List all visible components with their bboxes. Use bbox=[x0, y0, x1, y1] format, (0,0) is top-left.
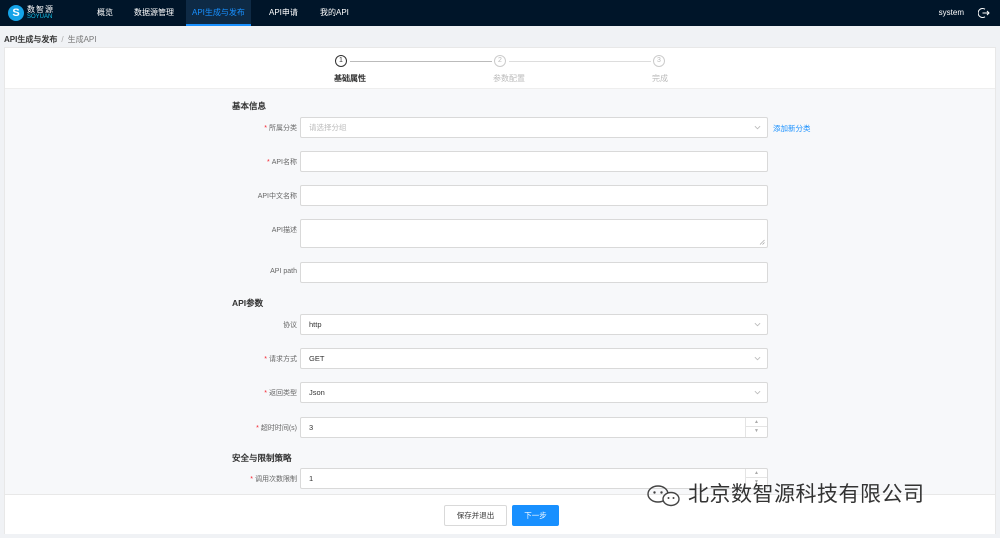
timeout-stepper: ▲ ▼ bbox=[745, 418, 767, 437]
decrement-icon[interactable]: ▼ bbox=[746, 427, 767, 436]
timeout-number-input[interactable]: 3 ▲ ▼ bbox=[300, 417, 768, 438]
step-connector-1 bbox=[350, 61, 492, 62]
nav-api-apply[interactable]: API申请 bbox=[269, 0, 298, 26]
step-2-circle: 2 bbox=[494, 55, 506, 67]
breadcrumb-separator: / bbox=[61, 35, 64, 44]
form-area: 基本信息 * 所属分类 请选择分组 添加新分类 * API名称 API中文名称 AP… bbox=[5, 88, 995, 494]
method-label: * 请求方式 bbox=[264, 356, 297, 363]
nav-datasource-management[interactable]: 数据源管理 bbox=[134, 0, 174, 26]
logo-text-en: SOYUAN bbox=[27, 14, 53, 20]
add-category-link[interactable]: 添加新分类 bbox=[773, 123, 811, 134]
chevron-down-icon bbox=[754, 322, 761, 327]
wechat-icon bbox=[647, 485, 680, 507]
breadcrumb-parent[interactable]: API生成与发布 bbox=[4, 35, 57, 44]
step-3-label: 完成 bbox=[652, 74, 668, 83]
breadcrumb-current: 生成API bbox=[67, 35, 97, 44]
timeout-label: * 超时时间(s) bbox=[256, 425, 297, 432]
step-3-circle: 3 bbox=[653, 55, 665, 67]
api-desc-label: API描述 bbox=[271, 227, 297, 234]
save-and-exit-button[interactable]: 保存并退出 bbox=[444, 505, 507, 526]
return-type-select[interactable]: Json bbox=[300, 382, 768, 403]
resize-handle-icon[interactable] bbox=[759, 239, 765, 245]
increment-icon[interactable]: ▲ bbox=[746, 469, 767, 478]
chevron-down-icon bbox=[754, 356, 761, 361]
api-path-label: API path bbox=[270, 268, 297, 275]
api-name-input[interactable] bbox=[300, 151, 768, 172]
breadcrumb: API生成与发布 / 生成API bbox=[4, 34, 96, 45]
increment-icon[interactable]: ▲ bbox=[746, 418, 767, 427]
next-step-button[interactable]: 下一步 bbox=[512, 505, 559, 526]
step-connector-2 bbox=[509, 61, 651, 62]
app-logo[interactable]: S 数智源 SOYUAN bbox=[8, 4, 62, 22]
logo-mark-icon: S bbox=[8, 5, 24, 21]
watermark-text: 北京数智源科技有限公司 bbox=[688, 483, 925, 506]
nav-overview[interactable]: 概览 bbox=[97, 0, 113, 26]
protocol-label: 协议 bbox=[283, 322, 297, 329]
method-select[interactable]: GET bbox=[300, 348, 768, 369]
category-label: * 所属分类 bbox=[264, 125, 297, 132]
step-1-circle: 1 bbox=[335, 55, 347, 67]
section-security: 安全与限制策略 bbox=[232, 453, 292, 463]
category-select[interactable]: 请选择分组 bbox=[300, 117, 768, 138]
return-type-label: * 返回类型 bbox=[264, 390, 297, 397]
nav-my-api[interactable]: 我的API bbox=[320, 0, 349, 26]
api-cn-name-label: API中文名称 bbox=[257, 193, 297, 200]
nav-api-generate-publish[interactable]: API生成与发布 bbox=[186, 0, 251, 26]
logout-icon[interactable] bbox=[978, 7, 990, 19]
api-cn-name-input[interactable] bbox=[300, 185, 768, 206]
api-path-input[interactable] bbox=[300, 262, 768, 283]
api-desc-textarea[interactable] bbox=[300, 219, 768, 248]
api-name-label: * API名称 bbox=[266, 159, 297, 166]
create-api-card: 1 2 3 基础属性 参数配置 完成 基本信息 * 所属分类 请选择分组 添加新分… bbox=[4, 47, 996, 534]
user-name[interactable]: system bbox=[939, 0, 964, 26]
section-basic-info: 基本信息 bbox=[232, 101, 267, 111]
top-nav-bar: S 数智源 SOYUAN 概览 数据源管理 API生成与发布 API申请 我的A… bbox=[0, 0, 1000, 26]
section-api-params: API参数 bbox=[232, 298, 264, 308]
step-indicator: 1 2 3 基础属性 参数配置 完成 bbox=[5, 48, 995, 88]
protocol-select[interactable]: http bbox=[300, 314, 768, 335]
call-limit-label: * 调用次数限制 bbox=[250, 476, 297, 483]
step-1-label: 基础属性 bbox=[334, 74, 366, 83]
chevron-down-icon bbox=[754, 125, 761, 130]
chevron-down-icon bbox=[754, 390, 761, 395]
step-2-label: 参数配置 bbox=[493, 74, 525, 83]
